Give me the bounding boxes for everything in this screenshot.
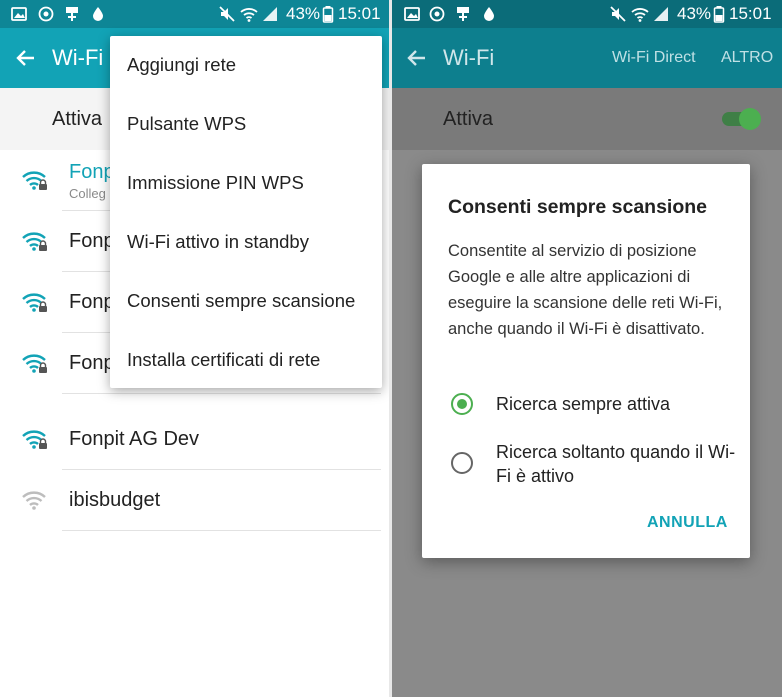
dialog-message: Consentite al servizio di posizione Goog… [448, 242, 723, 338]
network-name: Fonp [69, 352, 115, 374]
network-name: Fonpit AG Dev [69, 428, 200, 450]
left-screen: 43% 15:01 Wi-Fi Attiva Fonpit Colleg Fon… [0, 0, 391, 697]
radio-always-on-label[interactable]: Ricerca sempre attiva [496, 392, 736, 416]
menu-item-label: Pulsante WPS [127, 113, 247, 134]
wifi-switch-row[interactable]: Attiva [391, 88, 782, 150]
status-bar: 43% 15:01 [0, 0, 391, 28]
signal-icon [263, 7, 277, 21]
wifi-switch-label: Attiva [52, 108, 103, 130]
menu-item-label: Wi-Fi attivo in standby [127, 231, 309, 252]
back-arrow-icon[interactable] [405, 46, 429, 70]
image-notification-icon [404, 7, 420, 21]
battery-percent: 43% [677, 4, 712, 23]
status-bar: 43% 15:01 [391, 0, 782, 28]
divider [62, 530, 381, 531]
network-status: Colleg [69, 186, 106, 201]
wifi-lock-icon [22, 232, 47, 251]
cancel-button[interactable]: ANNULLA [647, 513, 728, 533]
dialog-title: Consenti sempre scansione [448, 196, 708, 218]
right-screen: 43% 15:01 Wi-Fi Wi-Fi Direct ALTRO Attiv… [391, 0, 782, 697]
page-title: Wi-Fi [52, 45, 104, 70]
network-name: Fonp [69, 230, 115, 252]
menu-item-add-network[interactable]: Aggiungi rete [110, 37, 382, 95]
clock: 15:01 [338, 4, 381, 23]
always-scan-dialog: Consenti sempre scansione Consentite al … [422, 164, 750, 558]
wifi-direct-button[interactable]: Wi-Fi Direct [612, 48, 696, 68]
panel-divider [389, 0, 392, 697]
network-item-6[interactable]: ibisbudget [0, 470, 391, 531]
wifi-lock-icon [22, 171, 47, 190]
wifi-status-icon [631, 8, 649, 22]
toggle-thumb [739, 108, 761, 130]
clock: 15:01 [729, 4, 772, 23]
wifi-status-icon [240, 8, 258, 22]
screenshot-stage: 43% 15:01 Wi-Fi Attiva Fonpit Colleg Fon… [0, 0, 782, 697]
battery-icon [322, 6, 334, 23]
radio-always-on[interactable] [451, 393, 473, 415]
network-name: ibisbudget [69, 489, 161, 511]
page-title: Wi-Fi [443, 45, 495, 70]
wifi-lock-icon [22, 293, 47, 312]
network-item-5[interactable]: Fonpit AG Dev [0, 409, 391, 470]
mute-icon [219, 6, 235, 22]
wifi-lock-icon [22, 354, 47, 373]
sync-notification-icon [38, 6, 54, 22]
usb-notification-icon [457, 7, 469, 21]
wifi-toggle[interactable] [720, 107, 762, 131]
menu-item-wifi-standby[interactable]: Wi-Fi attivo in standby [110, 214, 382, 272]
back-arrow-icon[interactable] [14, 46, 38, 70]
image-notification-icon [11, 7, 27, 21]
network-name: Fonp [69, 291, 115, 313]
more-button[interactable]: ALTRO [721, 48, 773, 68]
radio-only-when-on[interactable] [451, 452, 473, 474]
menu-item-label: Consenti sempre scansione [127, 290, 356, 311]
menu-item-label: Installa certificati di rete [127, 349, 321, 370]
menu-item-wps-pin[interactable]: Immissione PIN WPS [110, 155, 382, 213]
menu-item-wps-button[interactable]: Pulsante WPS [110, 96, 382, 154]
drop-notification-icon [484, 7, 494, 21]
sync-notification-icon [429, 6, 445, 22]
menu-item-label: Immissione PIN WPS [127, 172, 304, 193]
mute-icon [610, 6, 626, 22]
menu-item-label: Aggiungi rete [127, 54, 237, 75]
toolbar: Wi-Fi Wi-Fi Direct ALTRO [391, 28, 782, 88]
overflow-menu: Aggiungi rete Pulsante WPS Immissione PI… [110, 36, 382, 388]
divider [62, 393, 381, 394]
battery-percent: 43% [286, 4, 321, 23]
menu-item-always-scan[interactable]: Consenti sempre scansione [110, 273, 382, 331]
wifi-lock-icon [22, 430, 47, 449]
wifi-switch-label: Attiva [443, 108, 494, 130]
drop-notification-icon [93, 7, 103, 21]
usb-notification-icon [66, 7, 78, 21]
signal-icon [654, 7, 668, 21]
radio-only-when-on-label[interactable]: Ricerca soltanto quando il Wi-Fi è attiv… [496, 440, 736, 488]
wifi-icon [22, 491, 46, 510]
menu-item-install-certificates[interactable]: Installa certificati di rete [110, 332, 382, 390]
battery-icon [713, 6, 725, 23]
